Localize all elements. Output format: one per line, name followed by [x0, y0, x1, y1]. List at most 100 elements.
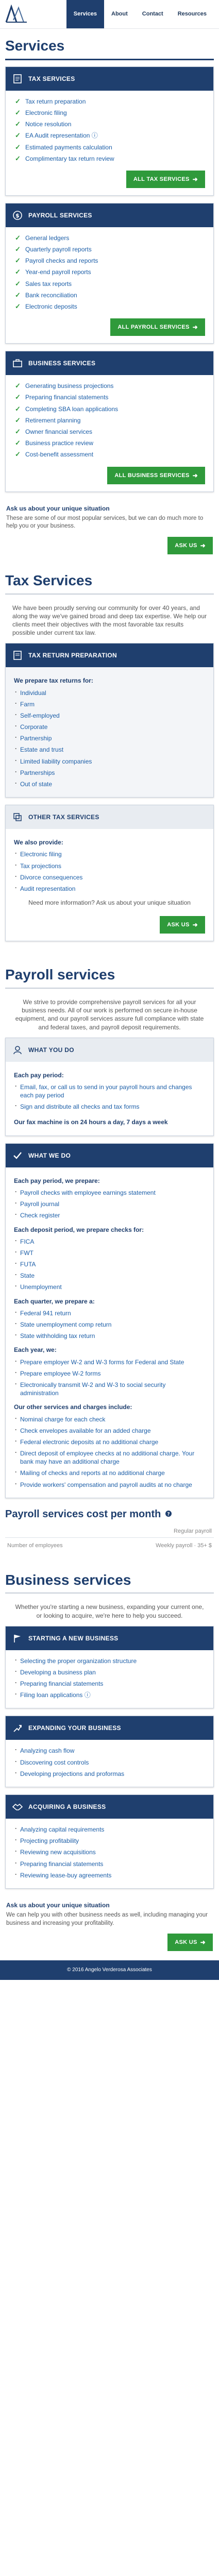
list-item[interactable]: General ledgers	[14, 232, 205, 244]
card-title: WHAT YOU DO	[28, 1046, 74, 1054]
list-item: Direct deposit of employee checks at no …	[14, 1448, 205, 1467]
list-item[interactable]: Preparing financial statements	[14, 392, 205, 403]
list-item[interactable]: Projecting profitability	[14, 1835, 205, 1846]
list-item[interactable]: Reviewing lease-buy agreements	[14, 1870, 205, 1881]
list-item[interactable]: Reviewing new acquisitions	[14, 1846, 205, 1858]
button-label: ASK US	[175, 1939, 197, 1946]
copyright-text: © 2016 Angelo Verderosa Associates	[67, 1967, 152, 1973]
list-item[interactable]: Divorce consequences	[14, 872, 205, 883]
card-header: $ PAYROLL SERVICES	[6, 203, 213, 227]
card-body: Each pay period, we prepare: Payroll che…	[6, 1167, 213, 1498]
all-business-services-button[interactable]: ALL BUSINESS SERVICES ➜	[107, 466, 205, 484]
card-header: WHAT WE DO	[6, 1143, 213, 1167]
list-item[interactable]: Filing loan applications ⓘ	[14, 1689, 205, 1701]
list-item[interactable]: Electronic filing	[14, 107, 205, 118]
list-item[interactable]: Corporate	[14, 721, 205, 733]
list-item: Unemployment	[14, 1281, 205, 1293]
list-item: FICA	[14, 1236, 205, 1247]
user-icon	[12, 1044, 23, 1056]
list-item[interactable]: Preparing financial statements	[14, 1678, 205, 1689]
section-intro: We have been proudly serving our communi…	[12, 604, 207, 637]
list-item: Sign and distribute all checks and tax f…	[14, 1101, 205, 1112]
list-item[interactable]: Electronic filing	[14, 849, 205, 860]
all-payroll-services-button[interactable]: ALL PAYROLL SERVICES ➜	[110, 318, 205, 336]
list-item[interactable]: Business practice review	[14, 437, 205, 449]
list-item[interactable]: Individual	[14, 687, 205, 699]
list-item[interactable]: Limited liability companies	[14, 756, 205, 767]
list-item[interactable]: Analyzing cash flow	[14, 1745, 205, 1756]
list-item[interactable]: Analyzing capital requirements	[14, 1824, 205, 1835]
list-item[interactable]: Tax return preparation	[14, 96, 205, 107]
flag-icon	[12, 1633, 23, 1644]
list-item[interactable]: Estate and trust	[14, 744, 205, 755]
help-icon[interactable]: ?	[165, 1507, 172, 1521]
list-item[interactable]: Generating business projections	[14, 380, 205, 392]
list-item[interactable]: Quarterly payroll reports	[14, 244, 205, 255]
ask-text: We can help you with other business need…	[6, 1912, 208, 1926]
tax-return-prep-card: TAX RETURN PREPARATION We prepare tax re…	[5, 643, 214, 798]
list-item: FUTA	[14, 1259, 205, 1270]
list-item[interactable]: Retirement planning	[14, 415, 205, 426]
card-body: Selecting the proper organization struct…	[6, 1650, 213, 1708]
list-item[interactable]: Discovering cost controls	[14, 1757, 205, 1768]
list-lead: Each pay period, we prepare:	[14, 1177, 100, 1184]
card-body: We prepare tax returns for: Individual F…	[6, 667, 213, 798]
list-item: State	[14, 1270, 205, 1281]
list-item[interactable]: Partnership	[14, 733, 205, 744]
business-services-card: BUSINESS SERVICES Generating business pr…	[5, 351, 214, 492]
section-intro: We strive to provide comprehensive payro…	[15, 998, 204, 1031]
logo-mark-icon	[5, 4, 27, 23]
document-icon	[12, 650, 23, 661]
list-lead: Each deposit period, we prepare checks f…	[14, 1226, 144, 1233]
list-item[interactable]: Audit representation	[14, 883, 205, 894]
list-item[interactable]: Complimentary tax return review	[14, 153, 205, 164]
list-item: Payroll journal	[14, 1198, 205, 1210]
list-item: Email, fax, or call us to send in your p…	[14, 1081, 205, 1101]
list-item[interactable]: Partnerships	[14, 767, 205, 778]
arrow-right-icon: ➜	[192, 175, 198, 183]
list-lead: Each quarter, we prepare a:	[14, 1297, 95, 1305]
list-item[interactable]: Electronic deposits	[14, 301, 205, 312]
list-item[interactable]: Farm	[14, 699, 205, 710]
list-item[interactable]: Owner financial services	[14, 426, 205, 437]
ask-us-button[interactable]: ASK US ➜	[167, 536, 213, 554]
list-item[interactable]: Developing a business plan	[14, 1667, 205, 1678]
card-header: TAX SERVICES	[6, 66, 213, 91]
list-item[interactable]: EA Audit representation ⓘ	[14, 130, 205, 141]
nav-services[interactable]: Services	[66, 0, 105, 28]
list-item: Nominal charge for each check	[14, 1414, 205, 1425]
card-note: Need more information? Ask us about your…	[28, 899, 191, 907]
list-item[interactable]: Developing projections and proformas	[14, 1768, 205, 1780]
list-item[interactable]: Bank reconciliation	[14, 290, 205, 301]
nav-about[interactable]: About	[104, 0, 135, 28]
list-item[interactable]: Out of state	[14, 778, 205, 790]
card-body: General ledgers Quarterly payroll report…	[6, 227, 213, 343]
payroll-services-section: Payroll services We strive to provide co…	[0, 958, 219, 1563]
ask-us-button[interactable]: ASK US ➜	[167, 1934, 213, 1952]
card-body: Analyzing cash flow Discovering cost con…	[6, 1740, 213, 1787]
logo[interactable]	[5, 4, 28, 25]
list-item[interactable]: Completing SBA loan applications	[14, 403, 205, 415]
card-header: TAX RETURN PREPARATION	[6, 643, 213, 668]
button-label: ALL PAYROLL SERVICES	[117, 324, 190, 331]
all-tax-services-button[interactable]: ALL TAX SERVICES ➜	[126, 170, 205, 188]
nav-resources[interactable]: Resources	[171, 0, 214, 28]
list-item[interactable]: Year-end payroll reports	[14, 266, 205, 278]
svg-text:$: $	[15, 212, 20, 219]
card-title: ACQUIRING A BUSINESS	[28, 1803, 106, 1810]
list-item[interactable]: Estimated payments calculation	[14, 142, 205, 153]
list-item[interactable]: Preparing financial statements	[14, 1858, 205, 1870]
list-item[interactable]: Sales tax reports	[14, 278, 205, 290]
ask-us-button[interactable]: ASK US ➜	[160, 916, 205, 934]
list-item[interactable]: Selecting the proper organization struct…	[14, 1655, 205, 1667]
payroll-services-card: $ PAYROLL SERVICES General ledgers Quart…	[5, 202, 214, 344]
list-item[interactable]: Tax projections	[14, 860, 205, 872]
nav-contact[interactable]: Contact	[135, 0, 171, 28]
pricing-title-text: Payroll services cost per month	[5, 1508, 161, 1520]
list-item[interactable]: Self-employed	[14, 710, 205, 721]
list-item[interactable]: Payroll checks and reports	[14, 255, 205, 266]
list-item[interactable]: Notice resolution	[14, 118, 205, 130]
section-title: Tax Services	[5, 571, 214, 595]
list-item[interactable]: Cost-benefit assessment	[14, 449, 205, 460]
arrow-right-icon: ➜	[192, 921, 198, 929]
